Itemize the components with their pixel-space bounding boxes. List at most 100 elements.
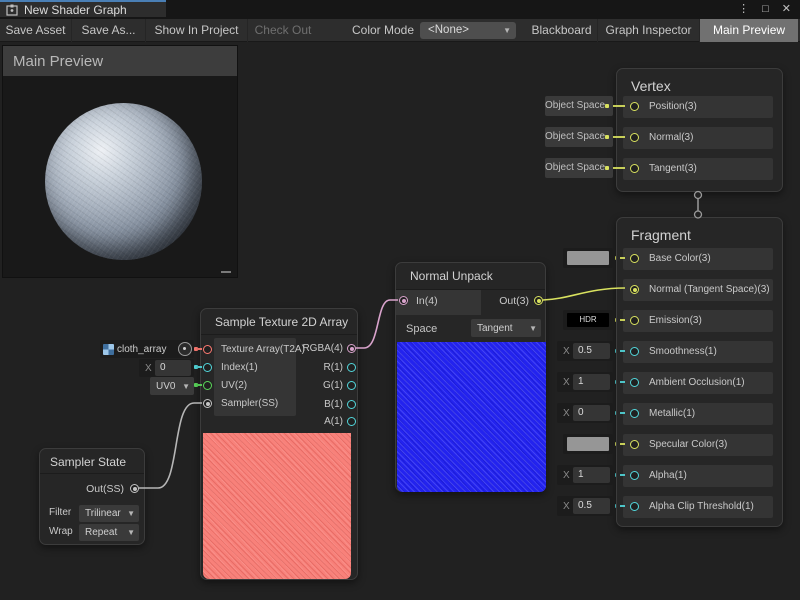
main-preview-toggle-button[interactable]: Main Preview (700, 19, 798, 42)
specular-color-swatch[interactable] (563, 434, 613, 454)
filter-dropdown[interactable]: Trilinear ▼ (79, 505, 139, 522)
ambient-occlusion-field[interactable]: X 1 (557, 372, 613, 392)
port-normal-input[interactable] (630, 133, 639, 142)
index-field[interactable]: X 0 (139, 359, 194, 377)
uv-channel-dropdown[interactable]: UV0 ▼ (150, 377, 194, 395)
connector-dot (194, 383, 198, 387)
kebab-menu-icon[interactable]: ⋮ (738, 0, 749, 19)
alpha-clip-threshold-field[interactable]: X 0.5 (557, 496, 613, 516)
port-in-input[interactable] (399, 296, 408, 305)
graph-inspector-toggle-button[interactable]: Graph Inspector (598, 19, 700, 42)
float-input[interactable]: 0 (573, 405, 610, 421)
smoothness-field[interactable]: X 0.5 (557, 341, 613, 361)
port-a-output[interactable] (347, 417, 356, 426)
float-input[interactable]: 1 (573, 374, 610, 390)
normal-unpack-node[interactable]: Normal Unpack In(4) Out(3) Space Tangent… (395, 262, 546, 492)
check-out-button[interactable]: Check Out (248, 19, 318, 42)
binding-badge-normal: Object Space (545, 127, 613, 147)
vertex-row-position: Position(3) (623, 96, 773, 118)
dropdown-arrow-icon: ▼ (127, 509, 135, 518)
port-ambient-occlusion[interactable] (630, 378, 639, 387)
fragment-row-normal: Normal (Tangent Space)(3) (623, 279, 773, 301)
port-alpha[interactable] (630, 471, 639, 480)
close-icon[interactable]: ✕ (782, 0, 791, 19)
connector-dot (194, 365, 198, 369)
connector-dot (605, 135, 609, 139)
fragment-node[interactable]: Fragment Base Color(3) Normal (Tangent S… (616, 217, 783, 527)
vertex-row-normal: Normal(3) (623, 127, 773, 149)
object-picker-icon[interactable] (178, 342, 192, 356)
color-mode-label: Color Mode (346, 23, 420, 37)
port-index-input[interactable] (203, 363, 212, 372)
emission-hdr-swatch[interactable]: HDR (563, 310, 613, 330)
base-color-swatch[interactable] (563, 248, 613, 268)
shader-graph-icon (6, 4, 18, 16)
port-base-color[interactable] (630, 254, 639, 263)
dropdown-arrow-icon: ▼ (127, 528, 135, 537)
fragment-row-ambient-occlusion: Ambient Occlusion(1) (623, 372, 773, 394)
tab-new-shader-graph[interactable]: New Shader Graph (0, 0, 166, 17)
dropdown-arrow-icon: ▼ (529, 324, 537, 333)
port-sampler-input[interactable] (203, 399, 212, 408)
port-out-output[interactable] (534, 296, 543, 305)
vertex-node[interactable]: Vertex Position(3) Normal(3) Tangent(3) (616, 68, 783, 192)
divider (201, 334, 357, 335)
port-b-output[interactable] (347, 400, 356, 409)
wrap-dropdown[interactable]: Repeat ▼ (79, 524, 139, 541)
port-normal-tangent-space[interactable] (630, 285, 639, 294)
port-emission[interactable] (630, 316, 639, 325)
port-alpha-clip-threshold[interactable] (630, 502, 639, 511)
float-input[interactable]: 0 (155, 360, 191, 376)
space-dropdown[interactable]: Tangent ▼ (471, 319, 541, 337)
fragment-row-smoothness: Smoothness(1) (623, 341, 773, 363)
connector-dot (194, 347, 198, 351)
maximize-icon[interactable]: □ (762, 0, 769, 19)
color-mode-value: <None> (428, 24, 503, 36)
fragment-row-emission: Emission(3) (623, 310, 773, 332)
port-specular-color[interactable] (630, 440, 639, 449)
binding-badge-position: Object Space (545, 96, 613, 116)
texture-array-object-field[interactable]: cloth_array (100, 340, 194, 358)
port-position-input[interactable] (630, 102, 639, 111)
float-input[interactable]: 1 (573, 467, 610, 483)
normal-unpack-title: Normal Unpack (410, 269, 493, 283)
sample-texture-2d-array-node[interactable]: Sample Texture 2D Array Texture Array(T2… (200, 308, 358, 580)
port-tangent-input[interactable] (630, 164, 639, 173)
port-uv-input[interactable] (203, 381, 212, 390)
show-in-project-button[interactable]: Show In Project (146, 19, 248, 42)
binding-badge-tangent: Object Space (545, 158, 613, 178)
fragment-node-title: Fragment (631, 227, 691, 243)
port-metallic[interactable] (630, 409, 639, 418)
in-row-block (396, 290, 481, 315)
dropdown-arrow-icon: ▼ (182, 382, 190, 391)
save-asset-button[interactable]: Save Asset (0, 19, 72, 42)
vertex-node-title: Vertex (631, 78, 671, 94)
color-swatch (567, 251, 609, 265)
main-preview-panel: Main Preview (2, 45, 238, 278)
main-preview-header[interactable]: Main Preview (3, 46, 237, 76)
sampler-state-node[interactable]: Sampler State Out(SS) Filter Trilinear ▼… (39, 448, 145, 545)
fragment-row-alpha-clip-threshold: Alpha Clip Threshold(1) (623, 496, 773, 518)
port-smoothness[interactable] (630, 347, 639, 356)
save-as-button[interactable]: Save As... (72, 19, 146, 42)
tab-title: New Shader Graph (24, 3, 127, 17)
alpha-field[interactable]: X 1 (557, 465, 613, 485)
hdr-color-swatch: HDR (567, 313, 609, 327)
sampler-state-title: Sampler State (50, 455, 126, 469)
shader-graph-window: New Shader Graph ⋮ □ ✕ Save Asset Save A… (0, 0, 800, 600)
toolbar: Save Asset Save As... Show In Project Ch… (0, 19, 800, 42)
port-out-ss-output[interactable] (130, 484, 139, 493)
port-rgba-output[interactable] (347, 344, 356, 353)
float-input[interactable]: 0.5 (573, 498, 610, 514)
color-mode-dropdown[interactable]: <None> ▼ (420, 22, 516, 39)
port-r-output[interactable] (347, 363, 356, 372)
panel-resize-handle[interactable] (221, 271, 231, 273)
node-preview-normal-map (397, 342, 546, 492)
metallic-field[interactable]: X 0 (557, 403, 613, 423)
float-input[interactable]: 0.5 (573, 343, 610, 359)
connector-dot (605, 166, 609, 170)
fragment-row-base-color: Base Color(3) (623, 248, 773, 270)
blackboard-toggle-button[interactable]: Blackboard (526, 19, 598, 42)
port-texture-array-input[interactable] (203, 345, 212, 354)
port-g-output[interactable] (347, 381, 356, 390)
